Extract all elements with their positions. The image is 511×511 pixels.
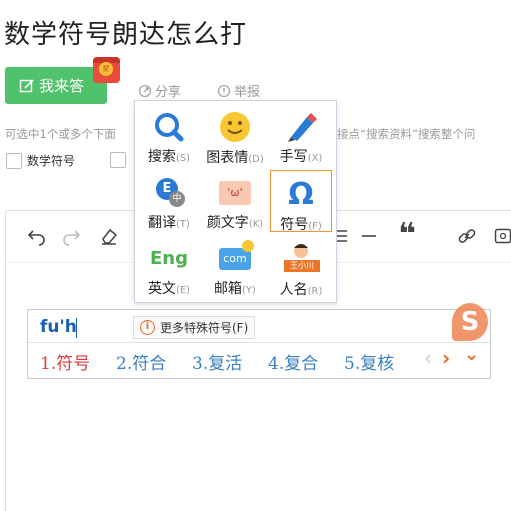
ime-item-handwriting[interactable]: 手写(X) bbox=[270, 104, 332, 166]
pen-icon bbox=[284, 110, 318, 143]
ime-item-shortcut: (D) bbox=[248, 154, 264, 165]
eraser-icon[interactable] bbox=[98, 225, 120, 247]
english-icon: Eng bbox=[150, 248, 188, 269]
ime-item-shortcut: (R) bbox=[307, 286, 323, 297]
ime-item-label: 搜索 bbox=[147, 149, 176, 165]
candidate-2[interactable]: 2.符合 bbox=[116, 349, 166, 374]
kaomoji-icon: 'ω' bbox=[218, 176, 252, 209]
ime-item-shortcut: (K) bbox=[248, 219, 264, 230]
warning-icon bbox=[217, 84, 231, 97]
ime-item-label: 英文 bbox=[147, 281, 176, 297]
ime-item-search[interactable]: 搜索(S) bbox=[138, 104, 200, 166]
text-caret bbox=[76, 318, 77, 338]
candidate-3[interactable]: 3.复活 bbox=[192, 349, 242, 374]
prev-page-arrow-icon[interactable]: ‹ bbox=[424, 346, 432, 370]
undo-icon[interactable] bbox=[26, 225, 48, 247]
tag-checkbox-2[interactable] bbox=[110, 152, 131, 168]
candidate-4[interactable]: 4.复合 bbox=[268, 349, 318, 374]
translate-badge-zh: 中 bbox=[169, 191, 185, 207]
ime-pinyin-input: fu'h bbox=[40, 317, 77, 337]
hint-text-right: 接点“搜索资料”搜索整个问 bbox=[337, 127, 476, 141]
person-icon: 王小川 bbox=[284, 242, 320, 276]
candidate-5[interactable]: 5.复核 bbox=[344, 349, 394, 374]
emoji-icon bbox=[218, 110, 252, 144]
share-icon bbox=[138, 84, 152, 97]
page-title: 数学符号朗达怎么打 bbox=[4, 20, 248, 50]
report-label: 举报 bbox=[234, 85, 261, 100]
ime-item-label: 邮箱 bbox=[214, 281, 243, 297]
report-link[interactable]: 举报 bbox=[217, 81, 260, 100]
link-icon[interactable] bbox=[456, 225, 478, 247]
edit-icon bbox=[19, 78, 34, 92]
checkbox-box[interactable] bbox=[6, 152, 22, 169]
image-icon[interactable] bbox=[492, 225, 511, 247]
ime-candidate-bar: fu'h i 更多特殊符号(F) S 1.符号 2.符合 3.复活 4.复合 5… bbox=[27, 303, 491, 379]
redo-icon[interactable] bbox=[60, 225, 82, 247]
checkbox-label: 数学符号 bbox=[27, 154, 76, 168]
kaomoji-face: 'ω' bbox=[219, 180, 251, 205]
next-page-arrow-icon[interactable]: › bbox=[442, 346, 450, 370]
answer-button-label: 我来答 bbox=[39, 77, 85, 95]
share-link[interactable]: 分享 bbox=[138, 81, 181, 100]
ime-item-english[interactable]: Eng 英文(E) bbox=[138, 236, 200, 298]
person-name-tag: 王小川 bbox=[284, 260, 320, 272]
ime-item-translate[interactable]: E 中 翻译(T) bbox=[138, 170, 200, 232]
ime-item-shortcut: (F) bbox=[308, 221, 322, 232]
translate-icon: E 中 bbox=[152, 176, 186, 209]
expand-candidates-icon[interactable]: ⌄ bbox=[464, 344, 479, 365]
quote-icon[interactable]: ❝ bbox=[396, 217, 418, 252]
ime-item-shortcut: (T) bbox=[176, 219, 190, 230]
mail-icon: com bbox=[218, 240, 254, 275]
checkbox-box[interactable] bbox=[110, 152, 126, 168]
tag-checkbox-math-symbols[interactable]: 数学符号 bbox=[6, 152, 75, 169]
omega-symbol-icon: Ω bbox=[288, 176, 314, 212]
sogou-logo-icon[interactable]: S bbox=[452, 303, 488, 341]
ime-item-shortcut: (S) bbox=[175, 153, 191, 164]
ime-item-label: 符号 bbox=[280, 217, 309, 233]
ime-item-mail[interactable]: com 邮箱(Y) bbox=[204, 236, 266, 298]
ime-item-symbol[interactable]: Ω 符号(F) bbox=[270, 170, 332, 233]
ime-item-person-name[interactable]: 王小川 人名(R) bbox=[270, 236, 332, 298]
ime-item-shortcut: (X) bbox=[307, 153, 323, 164]
info-icon: i bbox=[140, 320, 155, 335]
ime-item-shortcut: (Y) bbox=[242, 285, 256, 296]
hint-text-left: 可选中1个或多个下面 bbox=[5, 127, 116, 141]
horizontal-rule-icon[interactable] bbox=[358, 225, 380, 247]
ime-item-sticker[interactable]: 图表情(D) bbox=[204, 104, 266, 166]
ime-item-label: 翻译 bbox=[148, 215, 177, 231]
ime-item-shortcut: (E) bbox=[175, 285, 191, 296]
candidate-1[interactable]: 1.符号 bbox=[40, 349, 90, 374]
ime-item-label: 颜文字 bbox=[206, 215, 249, 231]
red-packet-coin: 奖 bbox=[99, 62, 113, 76]
ime-item-label: 图表情 bbox=[206, 150, 249, 166]
search-icon bbox=[152, 110, 186, 143]
ime-item-label: 人名 bbox=[279, 282, 308, 298]
share-label: 分享 bbox=[155, 85, 182, 100]
ime-item-kaomoji[interactable]: 'ω' 颜文字(K) bbox=[204, 170, 266, 232]
more-special-symbols-label: 更多特殊符号(F) bbox=[160, 321, 249, 335]
answer-button[interactable]: 我来答 bbox=[5, 67, 107, 104]
ime-item-label: 手写 bbox=[279, 149, 308, 165]
red-packet-icon[interactable]: 奖 bbox=[93, 57, 120, 83]
ime-toolbox-popup: 搜索(S) 图表情(D) 手写(X) E 中 翻译(T) 'ω' 颜文字(K) … bbox=[134, 100, 337, 303]
more-special-symbols-button[interactable]: i 更多特殊符号(F) bbox=[133, 316, 256, 339]
